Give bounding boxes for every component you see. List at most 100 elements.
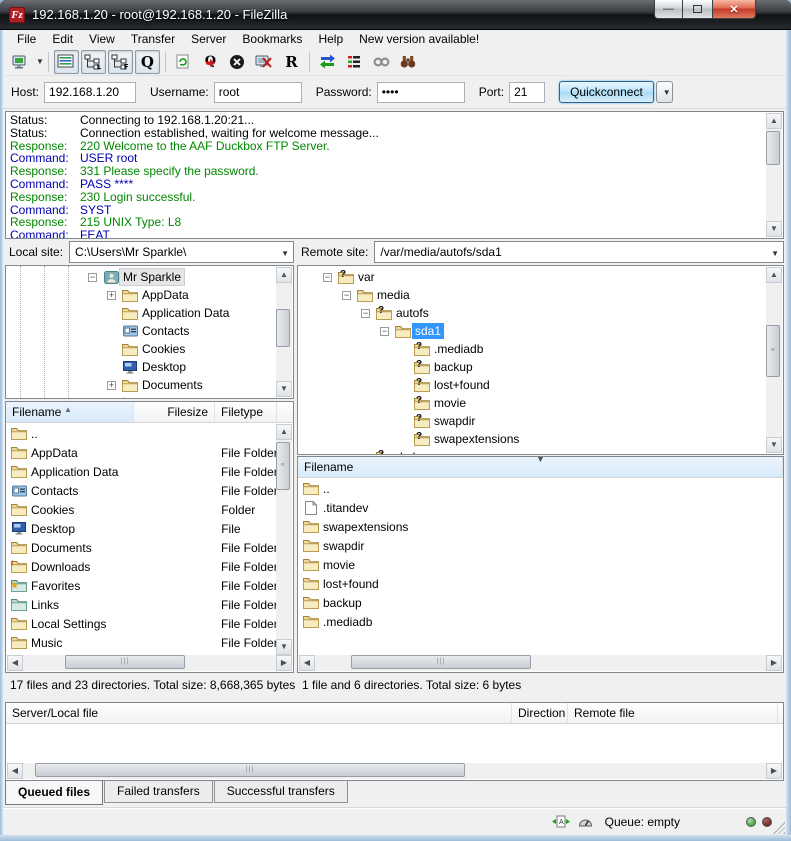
file-row-swapdir[interactable]: swapdir xyxy=(298,536,783,555)
directory-comparison-button[interactable] xyxy=(315,50,340,74)
local-list-hscrollbar[interactable]: ◀ ||| ▶ xyxy=(7,655,292,671)
file-row-movie[interactable]: movie xyxy=(298,555,783,574)
collapse-icon[interactable]: − xyxy=(323,273,332,282)
comparison-mode-button[interactable] xyxy=(342,50,367,74)
scroll-right-icon[interactable]: ▶ xyxy=(276,655,292,671)
file-row-documents[interactable]: DocumentsFile Folder xyxy=(6,538,276,557)
filename-filters-button[interactable] xyxy=(396,50,421,74)
synchronized-browsing-button[interactable] xyxy=(369,50,394,74)
file-row-favorites[interactable]: ★FavoritesFile Folder xyxy=(6,576,276,595)
remote-site-combobox[interactable]: /var/media/autofs/sda1 ▼ xyxy=(374,241,784,263)
chevron-down-icon[interactable]: ▼ xyxy=(771,249,779,258)
file-row--[interactable]: .. xyxy=(6,424,276,443)
resize-grip[interactable] xyxy=(773,822,785,834)
scroll-down-icon[interactable]: ▼ xyxy=(766,221,782,237)
menu-item-bookmarks[interactable]: Bookmarks xyxy=(234,31,310,47)
scroll-left-icon[interactable]: ◀ xyxy=(7,763,23,779)
scroll-left-icon[interactable]: ◀ xyxy=(7,655,23,671)
scroll-thumb[interactable] xyxy=(766,131,780,165)
menu-item-server[interactable]: Server xyxy=(183,31,234,47)
tree-item-cookies[interactable]: Cookies xyxy=(6,340,276,358)
scroll-right-icon[interactable]: ▶ xyxy=(766,655,782,671)
file-row-local-settings[interactable]: Local SettingsFile Folder xyxy=(6,614,276,633)
tree-item-downloads[interactable]: +↓Downloads xyxy=(6,394,276,398)
tab-queued-files[interactable]: Queued files xyxy=(5,781,103,805)
toggle-transfer-queue-button[interactable]: Q xyxy=(135,50,160,74)
username-input[interactable] xyxy=(214,82,302,103)
scroll-left-icon[interactable]: ◀ xyxy=(299,655,315,671)
close-button[interactable]: ✕ xyxy=(712,0,756,19)
tab-failed-transfers[interactable]: Failed transfers xyxy=(104,781,213,803)
scroll-down-icon[interactable]: ▼ xyxy=(766,437,782,453)
menu-item-view[interactable]: View xyxy=(81,31,123,47)
speed-limit-icon[interactable] xyxy=(578,816,593,827)
collapse-icon[interactable]: − xyxy=(380,327,389,336)
file-row--titandev[interactable]: .titandev xyxy=(298,498,783,517)
file-row-contacts[interactable]: ContactsFile Folder xyxy=(6,481,276,500)
local-tree-vscrollbar[interactable]: ▲ ▼ xyxy=(276,267,292,397)
scroll-thumb[interactable] xyxy=(276,309,290,347)
scroll-up-icon[interactable]: ▲ xyxy=(276,424,292,440)
tree-item-var[interactable]: −?var xyxy=(298,268,766,286)
tree-item-mr-sparkle[interactable]: −Mr Sparkle xyxy=(6,268,276,286)
menu-item-file[interactable]: File xyxy=(9,31,44,47)
scroll-thumb[interactable]: ||| xyxy=(351,655,531,669)
local-list-vscrollbar[interactable]: ▲ ≡ ▼ xyxy=(276,424,292,655)
menu-item-new-version-available[interactable]: New version available! xyxy=(351,31,487,47)
tree-item-backup[interactable]: ?backup xyxy=(298,358,766,376)
file-row-cookies[interactable]: CookiesFolder xyxy=(6,500,276,519)
column-header-remote-file[interactable]: Remote file xyxy=(568,703,778,723)
tree-item-lost-found[interactable]: ?lost+found xyxy=(298,376,766,394)
expand-icon[interactable]: + xyxy=(107,291,116,300)
column-header-filesize[interactable]: Filesize xyxy=(134,402,215,422)
title-bar[interactable]: Fz 192.168.1.20 - root@192.168.1.20 - Fi… xyxy=(0,0,791,30)
column-header-filename[interactable]: Filename▲ xyxy=(6,402,134,422)
menu-item-edit[interactable]: Edit xyxy=(44,31,81,47)
scroll-down-icon[interactable]: ▼ xyxy=(276,381,292,397)
tree-item--mediadb[interactable]: ?.mediadb xyxy=(298,340,766,358)
tree-item-movie[interactable]: ?movie xyxy=(298,394,766,412)
reconnect-button[interactable]: R xyxy=(279,50,304,74)
scroll-thumb[interactable]: ≡ xyxy=(276,442,290,490)
disconnect-button[interactable] xyxy=(252,50,277,74)
scroll-up-icon[interactable]: ▲ xyxy=(766,267,782,283)
site-manager-button[interactable] xyxy=(8,50,33,74)
host-input[interactable] xyxy=(44,82,136,103)
file-row-swapextensions[interactable]: swapextensions xyxy=(298,517,783,536)
tree-item-sda1[interactable]: −sda1 xyxy=(298,322,766,340)
tree-item-desktop[interactable]: Desktop xyxy=(6,358,276,376)
menu-item-transfer[interactable]: Transfer xyxy=(123,31,183,47)
port-input[interactable] xyxy=(509,82,545,103)
scroll-up-icon[interactable]: ▲ xyxy=(276,267,292,283)
splitter-collapse-icon[interactable]: ▼ xyxy=(536,456,545,464)
tree-item-documents[interactable]: +Documents xyxy=(6,376,276,394)
scroll-up-icon[interactable]: ▲ xyxy=(766,113,782,129)
collapse-icon[interactable]: − xyxy=(342,291,351,300)
transfer-type-icon[interactable]: A xyxy=(552,815,570,829)
scroll-thumb[interactable]: ≡ xyxy=(766,325,780,377)
tree-item-swapextensions[interactable]: ?swapextensions xyxy=(298,430,766,448)
tree-item-swapdir[interactable]: ?swapdir xyxy=(298,412,766,430)
expand-icon[interactable]: + xyxy=(107,381,116,390)
tree-item-application-data[interactable]: Application Data xyxy=(6,304,276,322)
queue-hscrollbar[interactable]: ◀ ||| ▶ xyxy=(7,763,782,779)
refresh-button[interactable] xyxy=(171,50,196,74)
collapse-icon[interactable]: − xyxy=(88,273,97,282)
file-row--[interactable]: .. xyxy=(298,479,783,498)
tree-item-media[interactable]: −media xyxy=(298,286,766,304)
chevron-down-icon[interactable]: ▼ xyxy=(281,249,289,258)
toggle-remote-tree-button[interactable]: F xyxy=(108,50,133,74)
menu-item-help[interactable]: Help xyxy=(310,31,351,47)
scroll-thumb[interactable]: ||| xyxy=(65,655,185,669)
tree-item-autofs[interactable]: −?autofs xyxy=(298,304,766,322)
password-input[interactable] xyxy=(377,82,465,103)
local-site-combobox[interactable]: C:\Users\Mr Sparkle\ ▼ xyxy=(69,241,294,263)
scroll-down-icon[interactable]: ▼ xyxy=(276,639,292,655)
file-row-application-data[interactable]: Application DataFile Folder xyxy=(6,462,276,481)
tree-item-dvd[interactable]: ?dvd xyxy=(298,448,766,454)
quickconnect-button[interactable]: Quickconnect xyxy=(559,81,654,103)
scroll-right-icon[interactable]: ▶ xyxy=(766,763,782,779)
file-row-downloads[interactable]: ↓DownloadsFile Folder xyxy=(6,557,276,576)
tree-item-contacts[interactable]: Contacts xyxy=(6,322,276,340)
file-row-lost-found[interactable]: lost+found xyxy=(298,574,783,593)
